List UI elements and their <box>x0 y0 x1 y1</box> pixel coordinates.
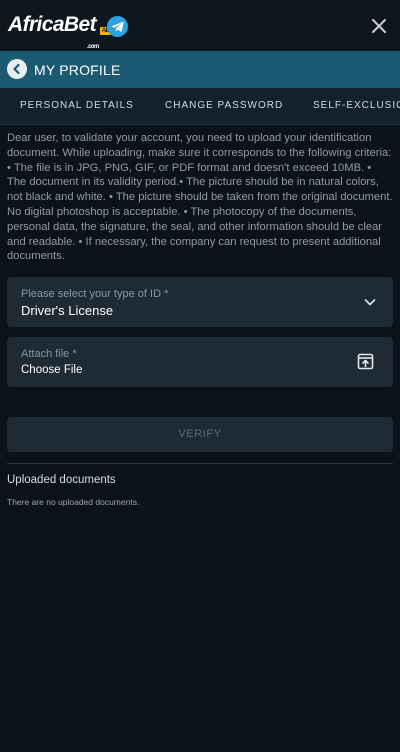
profile-tabs: PERSONAL DETAILS CHANGE PASSWORD SELF-EX… <box>0 88 400 124</box>
id-type-value: Driver's License <box>21 303 114 318</box>
id-type-select[interactable]: Please select your type of ID * Driver's… <box>7 277 393 327</box>
verify-button[interactable]: VERIFY <box>7 417 393 452</box>
brand-logo[interactable]: AfricaBet .com AB <box>8 13 111 50</box>
choose-file-button[interactable]: Choose File <box>21 364 82 376</box>
logo-suffix: .com <box>87 44 99 50</box>
chevron-down-icon[interactable] <box>363 295 377 309</box>
page-title: MY PROFILE <box>34 62 121 78</box>
tabs-divider <box>0 124 400 125</box>
id-type-label: Please select your type of ID * <box>21 288 169 300</box>
profile-header: MY PROFILE <box>0 51 400 88</box>
close-icon[interactable] <box>367 14 391 38</box>
uploaded-documents-empty-message: There are no uploaded documents. <box>7 497 140 507</box>
upload-icon[interactable] <box>357 353 374 370</box>
verification-instructions: Dear user, to validate your account, you… <box>7 132 393 263</box>
tab-personal-details[interactable]: PERSONAL DETAILS <box>20 100 134 111</box>
back-arrow-icon[interactable] <box>7 59 27 79</box>
section-divider <box>7 463 393 464</box>
attach-file-label: Attach file * <box>21 348 77 360</box>
tab-change-password[interactable]: CHANGE PASSWORD <box>165 100 283 111</box>
logo-text: AfricaBet <box>8 13 97 36</box>
telegram-icon[interactable] <box>107 16 128 37</box>
tab-self-exclusion[interactable]: SELF-EXCLUSION <box>313 100 400 111</box>
top-bar: AfricaBet .com AB <box>0 0 400 52</box>
uploaded-documents-title: Uploaded documents <box>7 474 116 486</box>
attach-file-field[interactable]: Attach file * Choose File <box>7 337 393 387</box>
